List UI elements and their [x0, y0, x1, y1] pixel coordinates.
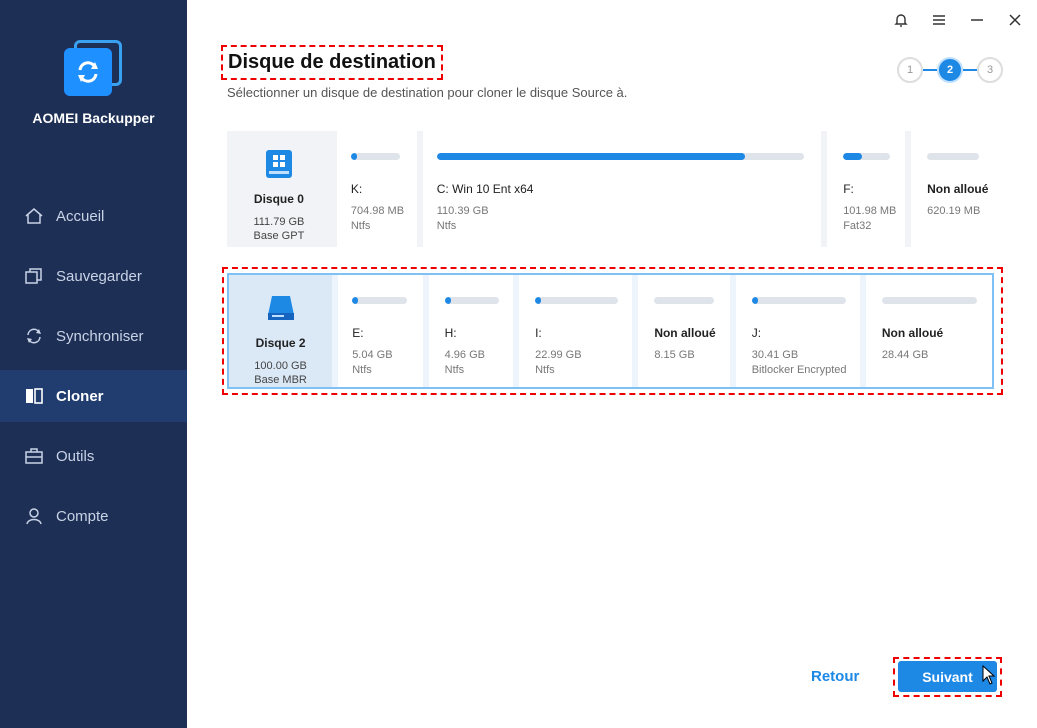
clone-icon [24, 386, 44, 406]
usage-bar [535, 297, 619, 304]
bell-icon[interactable] [891, 10, 911, 30]
step-indicator: 1 2 3 [897, 57, 1003, 83]
disk-header: Disque 0 111.79 GB Base GPT [227, 131, 331, 247]
menu-icon[interactable] [929, 10, 949, 30]
usage-bar [843, 153, 891, 160]
usage-bar [751, 297, 846, 304]
sync-icon [24, 326, 44, 346]
sidebar-item-synchroniser[interactable]: Synchroniser [0, 310, 187, 362]
partition-fs: Ntfs [352, 364, 372, 376]
partition-fs: Ntfs [444, 364, 465, 376]
disk-drive-icon [265, 149, 293, 182]
disk-row-disque-0[interactable]: Disque 0 111.79 GB Base GPT K: 704.98 MB… [227, 131, 997, 247]
backup-icon [24, 266, 44, 286]
disk-type: Base MBR [254, 374, 307, 386]
partition-unallocated: Non alloué 620.19 MB [911, 131, 997, 247]
partition-unallocated: Non alloué 28.44 GB [865, 275, 992, 387]
partition-label: C: Win 10 Ent x64 [436, 182, 534, 196]
partition-j: J: 30.41 GB Bitlocker Encrypted [735, 275, 860, 387]
app-logo-icon [64, 40, 122, 96]
home-icon [24, 206, 44, 226]
sidebar-item-label: Cloner [56, 387, 104, 405]
disk-row-disque-2[interactable]: Disque 2 100.00 GB Base MBR E: 5.04 GB N… [227, 273, 994, 389]
page-title-highlight: Disque de destination [221, 45, 443, 80]
disk-type: Base GPT [253, 230, 305, 242]
back-button[interactable]: Retour [811, 668, 859, 685]
mouse-cursor-icon [982, 664, 996, 685]
partition-size: 28.44 GB [881, 349, 929, 361]
usage-bar [444, 297, 499, 304]
user-icon [24, 506, 44, 526]
sidebar-nav: Accueil Sauvegarder Synchroniser Cloner [0, 190, 187, 550]
step-connector [963, 69, 977, 71]
partition-size: 110.39 GB [436, 205, 489, 217]
window-controls [891, 10, 1025, 30]
usage-bar [654, 297, 715, 304]
sidebar: AOMEI Backupper Accueil Sauvegarder Sync… [0, 0, 187, 728]
page-subtitle: Sélectionner un disque de destination po… [227, 85, 628, 100]
partition-fs: Bitlocker Encrypted [751, 364, 847, 376]
partition-fs: Ntfs [350, 220, 371, 232]
step-3: 3 [977, 57, 1003, 83]
disk-name: Disque 2 [255, 336, 306, 350]
close-icon[interactable] [1005, 10, 1025, 30]
partition-label: J: [751, 326, 762, 340]
partition-f: F: 101.98 MB Fat32 [827, 131, 906, 247]
partition-e: E: 5.04 GB Ntfs [338, 275, 423, 387]
sidebar-item-label: Outils [56, 447, 95, 465]
partition-fs: Fat32 [843, 220, 872, 232]
minimize-icon[interactable] [967, 10, 987, 30]
sidebar-item-accueil[interactable]: Accueil [0, 190, 187, 242]
usage-bar [350, 153, 400, 160]
partition-label: K: [350, 182, 363, 196]
step-connector [923, 69, 937, 71]
step-2: 2 [937, 57, 963, 83]
partition-fs: Ntfs [535, 364, 555, 376]
partition-label: I: [535, 326, 542, 340]
disk-header: Disque 2 100.00 GB Base MBR [229, 275, 333, 387]
sidebar-item-label: Accueil [56, 207, 105, 225]
usage-bar [881, 297, 977, 304]
partition-label: F: [843, 182, 854, 196]
disk-size: 100.00 GB [254, 360, 307, 372]
partition-size: 30.41 GB [751, 349, 799, 361]
partition-size: 101.98 MB [843, 205, 897, 217]
partition-h: H: 4.96 GB Ntfs [428, 275, 514, 387]
disk-name: Disque 0 [253, 192, 304, 206]
sidebar-item-outils[interactable]: Outils [0, 430, 187, 482]
app-window: AOMEI Backupper Accueil Sauvegarder Sync… [0, 0, 1037, 728]
partition-size: 4.96 GB [444, 349, 485, 361]
app-name: AOMEI Backupper [32, 110, 155, 126]
partition-size: 620.19 MB [927, 205, 981, 217]
partition-c: C: Win 10 Ent x64 110.39 GB Ntfs [422, 131, 822, 247]
partition-k: K: 704.98 MB Ntfs [336, 131, 417, 247]
usage-bar [352, 297, 408, 304]
partition-size: 5.04 GB [352, 349, 393, 361]
page-title: Disque de destination [228, 51, 436, 73]
disk-size: 111.79 GB [253, 216, 305, 228]
partition-size: 8.15 GB [654, 349, 695, 361]
sidebar-item-label: Synchroniser [56, 327, 144, 345]
partition-label: Non alloué [654, 326, 716, 340]
partition-size: 704.98 MB [350, 205, 405, 217]
partition-label: H: [444, 326, 457, 340]
sidebar-item-compte[interactable]: Compte [0, 490, 187, 542]
sidebar-item-sauvegarder[interactable]: Sauvegarder [0, 250, 187, 302]
partition-unallocated: Non alloué 8.15 GB [638, 275, 730, 387]
partition-label: E: [352, 326, 364, 340]
usage-bar [436, 153, 804, 160]
sidebar-item-label: Compte [56, 507, 109, 525]
partition-i: I: 22.99 GB Ntfs [519, 275, 633, 387]
tools-icon [24, 446, 44, 466]
partition-label: Non alloué [927, 182, 989, 196]
sidebar-item-cloner[interactable]: Cloner [0, 370, 187, 422]
step-1: 1 [897, 57, 923, 83]
disk-drive-icon [266, 293, 296, 326]
partition-fs: Ntfs [436, 220, 457, 232]
sidebar-item-label: Sauvegarder [56, 267, 142, 285]
partition-size: 22.99 GB [535, 349, 582, 361]
usage-bar [927, 153, 980, 160]
partition-label: Non alloué [881, 326, 944, 340]
